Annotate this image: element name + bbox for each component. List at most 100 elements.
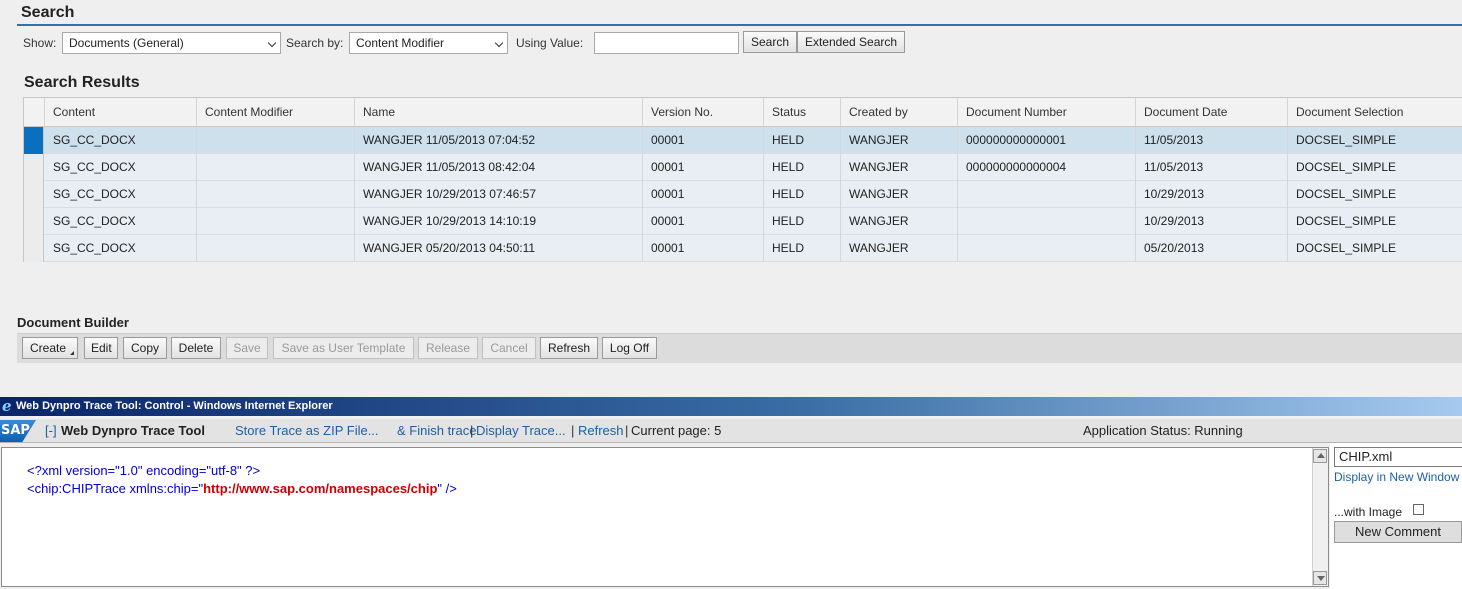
edit-button[interactable]: Edit xyxy=(84,337,118,359)
xml-root-open: <chip:CHIPTrace xmlns:chip=" xyxy=(27,481,204,496)
refresh-button[interactable]: Refresh xyxy=(540,337,598,359)
cell-document-selection: DOCSEL_SIMPLE xyxy=(1296,241,1397,255)
row-selector[interactable] xyxy=(24,208,44,235)
application-status: Application Status: Running xyxy=(1083,423,1243,438)
table-row[interactable]: SG_CC_DOCX WANGJER 05/20/2013 04:50:11 0… xyxy=(24,235,1462,262)
document-builder-title: Document Builder xyxy=(17,315,129,330)
current-page: Current page: 5 xyxy=(631,423,722,438)
create-button-label: Create xyxy=(30,341,67,355)
cell-version: 00001 xyxy=(643,235,764,262)
cell-status: HELD xyxy=(764,181,841,208)
store-trace-zip-link[interactable]: Store Trace as ZIP File... xyxy=(235,419,379,443)
cell-document-date: 05/20/2013 xyxy=(1136,235,1288,262)
display-trace-link[interactable]: Display Trace... xyxy=(476,419,566,443)
select-all-header[interactable] xyxy=(24,98,45,127)
cell-name: WANGJER 10/29/2013 07:46:57 xyxy=(355,181,643,208)
cell-content-modifier xyxy=(197,154,355,181)
search-by-label: Search by: xyxy=(286,36,344,50)
column-header-created-by[interactable]: Created by xyxy=(841,98,958,127)
cell-content-modifier xyxy=(197,127,355,154)
display-in-new-window-link[interactable]: Display in New Window xyxy=(1334,470,1462,484)
column-header-name[interactable]: Name xyxy=(355,98,643,127)
copy-button[interactable]: Copy xyxy=(123,337,167,359)
separator: | xyxy=(625,423,629,438)
cell-name: WANGJER 11/05/2013 08:42:04 xyxy=(355,154,643,181)
cell-created-by: WANGJER xyxy=(841,154,958,181)
cell-status: HELD xyxy=(764,154,841,181)
xml-root-close: " /> xyxy=(437,481,457,496)
cell-document-number: 000000000000004 xyxy=(958,154,1136,181)
column-header-status[interactable]: Status xyxy=(764,98,841,127)
new-comment-button[interactable]: New Comment xyxy=(1334,521,1462,543)
cell-status: HELD xyxy=(764,235,841,262)
search-button[interactable]: Search xyxy=(743,31,797,53)
arrow-up-icon xyxy=(1317,453,1325,458)
release-button[interactable]: Release xyxy=(418,337,478,359)
collapse-toggle[interactable]: [-] xyxy=(45,419,57,443)
cell-document-selection: DOCSEL_SIMPLE xyxy=(1296,214,1397,228)
cell-name: WANGJER 11/05/2013 07:04:52 xyxy=(355,127,643,154)
column-header-content[interactable]: Content xyxy=(45,98,197,127)
cancel-button[interactable]: Cancel xyxy=(482,337,536,359)
log-off-button[interactable]: Log Off xyxy=(602,337,657,359)
cell-document-selection: DOCSEL_SIMPLE xyxy=(1296,133,1397,147)
table-row[interactable]: SG_CC_DOCX WANGJER 11/05/2013 07:04:52 0… xyxy=(24,127,1462,154)
search-by-select[interactable]: Content Modifier xyxy=(349,32,508,54)
row-selector[interactable] xyxy=(24,235,44,262)
cell-document-number xyxy=(958,235,1136,262)
delete-button[interactable]: Delete xyxy=(171,337,221,359)
cell-content: SG_CC_DOCX xyxy=(45,235,197,262)
trace-tool-title: Web Dynpro Trace Tool xyxy=(61,423,205,438)
column-header-document-selection[interactable]: Document Selection xyxy=(1288,98,1462,127)
row-selector[interactable] xyxy=(24,181,44,208)
row-selector[interactable] xyxy=(24,127,44,154)
cell-content: SG_CC_DOCX xyxy=(45,154,197,181)
cell-created-by: WANGJER xyxy=(841,235,958,262)
dropdown-corner-icon xyxy=(70,351,74,355)
cell-created-by: WANGJER xyxy=(841,127,958,154)
column-header-version[interactable]: Version No. xyxy=(643,98,764,127)
file-name-field[interactable]: CHIP.xml xyxy=(1334,447,1462,467)
scroll-down-button[interactable] xyxy=(1313,571,1327,585)
cell-status: HELD xyxy=(764,208,841,235)
show-select[interactable]: Documents (General) xyxy=(62,32,281,54)
using-value-input[interactable] xyxy=(594,32,739,54)
show-label: Show: xyxy=(23,36,57,50)
cell-name: WANGJER 05/20/2013 04:50:11 xyxy=(355,235,643,262)
row-selector[interactable] xyxy=(24,154,44,181)
editor-scrollbar[interactable] xyxy=(1312,448,1328,586)
scroll-up-button[interactable] xyxy=(1313,449,1327,463)
with-image-checkbox[interactable] xyxy=(1413,504,1424,515)
separator: | xyxy=(571,423,575,438)
finish-trace-link[interactable]: & Finish trace xyxy=(397,419,476,443)
table-row[interactable]: SG_CC_DOCX WANGJER 10/29/2013 07:46:57 0… xyxy=(24,181,1462,208)
create-button[interactable]: Create xyxy=(22,337,78,359)
cell-document-selection: DOCSEL_SIMPLE xyxy=(1296,187,1397,201)
cell-content: SG_CC_DOCX xyxy=(45,181,197,208)
column-header-content-modifier[interactable]: Content Modifier xyxy=(197,98,355,127)
xml-namespace-url: http://www.sap.com/namespaces/chip xyxy=(203,481,438,496)
table-row[interactable]: SG_CC_DOCX WANGJER 10/29/2013 14:10:19 0… xyxy=(24,208,1462,235)
column-header-document-date[interactable]: Document Date xyxy=(1136,98,1288,127)
cell-status: HELD xyxy=(764,127,841,154)
separator: | xyxy=(470,423,474,438)
results-table: Content Content Modifier Name Version No… xyxy=(23,97,1462,262)
save-as-user-template-button[interactable]: Save as User Template xyxy=(273,337,414,359)
cell-document-date: 10/29/2013 xyxy=(1136,208,1288,235)
cell-document-number xyxy=(958,208,1136,235)
trace-refresh-link[interactable]: Refresh xyxy=(578,419,624,443)
cell-version: 00001 xyxy=(643,154,764,181)
using-value-label: Using Value: xyxy=(516,36,584,50)
column-header-document-number[interactable]: Document Number xyxy=(958,98,1136,127)
search-title-underline xyxy=(17,24,1462,26)
cell-name: WANGJER 10/29/2013 14:10:19 xyxy=(355,208,643,235)
search-results-title: Search Results xyxy=(24,74,140,91)
cell-document-date: 10/29/2013 xyxy=(1136,181,1288,208)
extended-search-button[interactable]: Extended Search xyxy=(797,31,905,53)
table-row[interactable]: SG_CC_DOCX WANGJER 11/05/2013 08:42:04 0… xyxy=(24,154,1462,181)
xml-root-line: <chip:CHIPTrace xmlns:chip="http://www.s… xyxy=(27,481,457,496)
save-button[interactable]: Save xyxy=(226,337,268,359)
cell-document-selection: DOCSEL_SIMPLE xyxy=(1296,160,1397,174)
xml-declaration-line: <?xml version="1.0" encoding="utf-8" ?> xyxy=(27,463,261,478)
show-select-value: Documents (General) xyxy=(69,36,184,50)
